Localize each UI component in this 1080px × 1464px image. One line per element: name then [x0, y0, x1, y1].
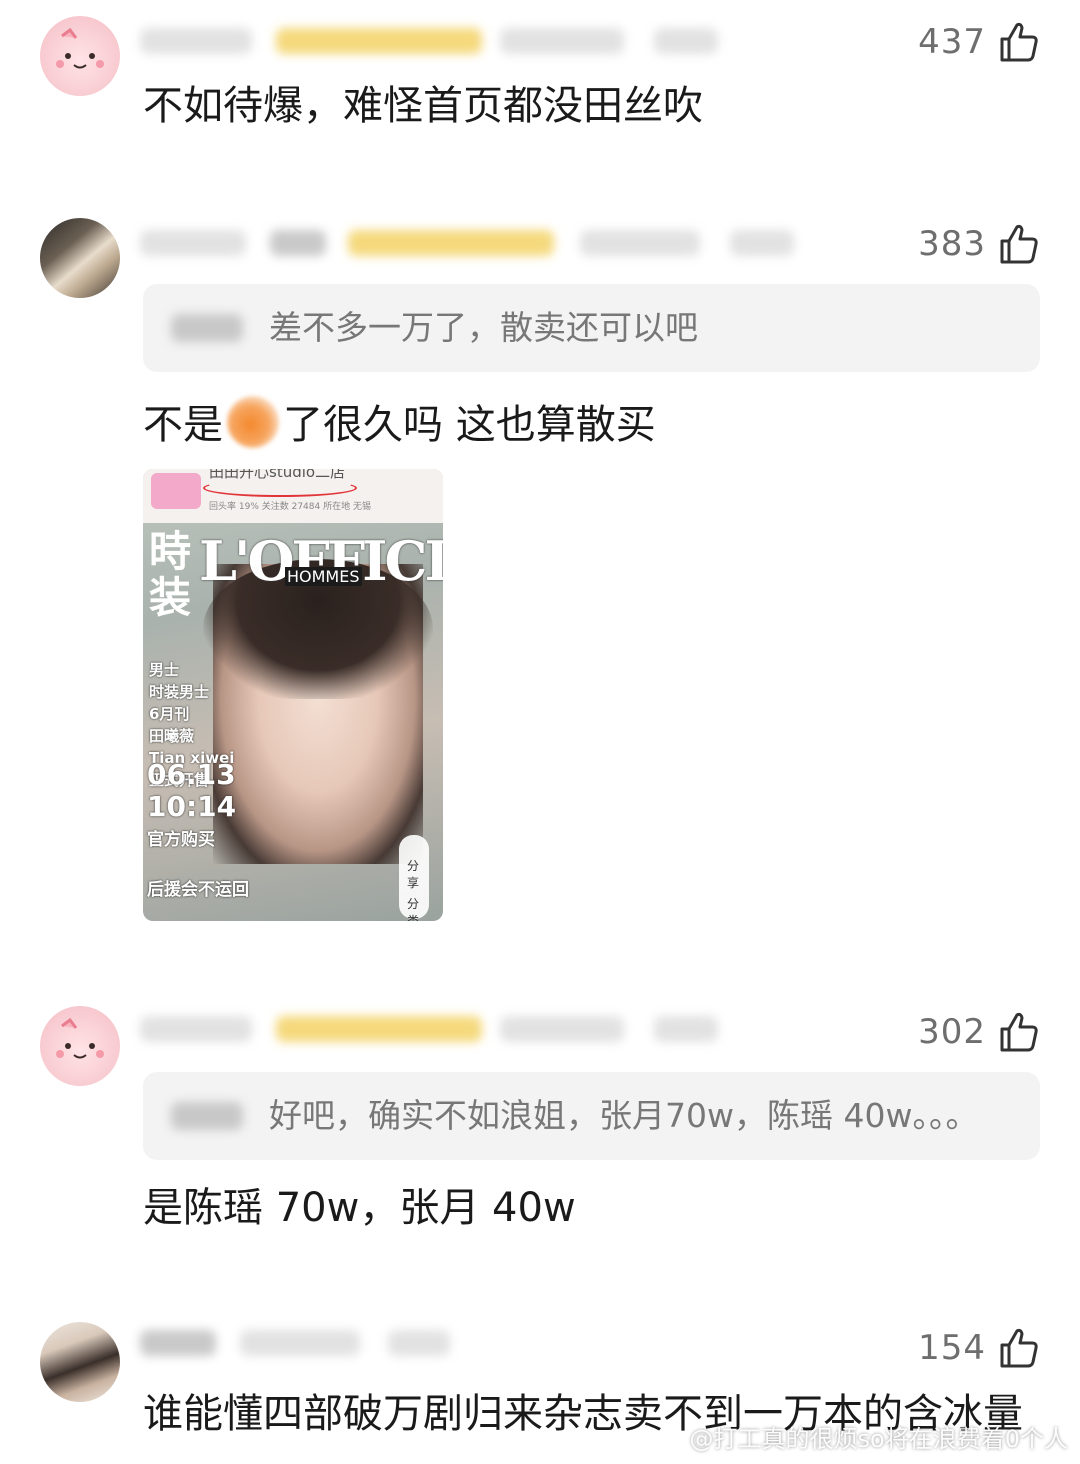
watermark: @打工真的很烦so将在浪费着0个人	[689, 1425, 1068, 1453]
comment-text-part: 不是	[143, 402, 223, 448]
share-label: 分享	[407, 859, 420, 890]
like-count: 154	[918, 1328, 986, 1368]
comment-text: 不如待爆，难怪首页都没田丝吹	[143, 83, 703, 129]
comment-image[interactable]: 田田开心studio二店 回头率 19% 关注数 27484 所在地 无锡 L'…	[143, 469, 443, 921]
like-button[interactable]: 302	[918, 1010, 1040, 1054]
blurred-emoji-icon	[227, 396, 279, 448]
comment-text: 不是 了很久吗 这也算散买	[143, 396, 656, 451]
quoted-username-blurred	[171, 314, 243, 342]
like-count: 302	[918, 1012, 986, 1052]
badge-blurred	[348, 230, 554, 256]
cute-face-icon	[56, 27, 104, 69]
red-circle-annotation	[203, 479, 357, 497]
quoted-text: 差不多一万了，散卖还可以吧	[269, 308, 698, 347]
avatar[interactable]	[40, 218, 120, 298]
comment-text-part: 了很久吗 这也算散买	[283, 402, 656, 448]
badge-blurred	[276, 28, 482, 54]
meta-blurred	[240, 1330, 360, 1356]
quoted-username-blurred	[171, 1102, 243, 1130]
comment-text: 是陈瑶 70w，张月 40w	[143, 1185, 576, 1231]
side-action-panel: 分享 分类	[399, 835, 429, 921]
like-button[interactable]: 437	[918, 20, 1040, 64]
meta-blurred	[388, 1330, 450, 1356]
cover-event-text: 后援会不运回	[147, 880, 249, 900]
meta-blurred	[500, 1016, 624, 1042]
avatar[interactable]	[40, 1322, 120, 1402]
meta-blurred	[654, 28, 718, 54]
shop-logo	[151, 473, 201, 509]
cover-buy-text: 官方购买	[147, 830, 215, 850]
username-blurred[interactable]	[140, 1016, 252, 1042]
username-blurred[interactable]	[140, 1330, 216, 1356]
like-count: 383	[918, 224, 986, 264]
like-button[interactable]: 154	[918, 1326, 1040, 1370]
quoted-text: 好吧，确实不如浪姐，张月70w，陈瑶 40w。。。	[269, 1096, 979, 1135]
thumbs-up-icon	[1000, 1012, 1038, 1052]
thumbs-up-icon	[1000, 224, 1038, 264]
magazine-cn-title: 時装	[149, 527, 192, 622]
avatar[interactable]	[40, 1006, 120, 1086]
quoted-reply[interactable]: 好吧，确实不如浪姐，张月70w，陈瑶 40w。。。	[143, 1072, 1040, 1160]
quoted-reply[interactable]: 差不多一万了，散卖还可以吧	[143, 284, 1040, 372]
meta-blurred	[730, 230, 794, 256]
like-button[interactable]: 383	[918, 222, 1040, 266]
magazine-subtitle: HOMMES	[285, 567, 362, 586]
cute-face-icon	[56, 1017, 104, 1059]
shop-meta: 回头率 19% 关注数 27484 所在地 无锡	[209, 502, 371, 512]
thumbs-up-icon	[1000, 1328, 1038, 1368]
meta-blurred	[580, 230, 700, 256]
like-count: 437	[918, 22, 986, 62]
tag-blurred	[270, 230, 326, 256]
username-blurred[interactable]	[140, 28, 252, 54]
thumbs-up-icon	[1000, 22, 1038, 62]
category-label: 分类	[407, 897, 420, 921]
badge-blurred	[276, 1016, 482, 1042]
meta-blurred	[654, 1016, 718, 1042]
username-blurred[interactable]	[140, 230, 246, 256]
avatar[interactable]	[40, 16, 120, 96]
cover-date: 06.13 10:14	[147, 758, 237, 823]
meta-blurred	[500, 28, 624, 54]
shop-header: 田田开心studio二店 回头率 19% 关注数 27484 所在地 无锡	[143, 469, 443, 523]
